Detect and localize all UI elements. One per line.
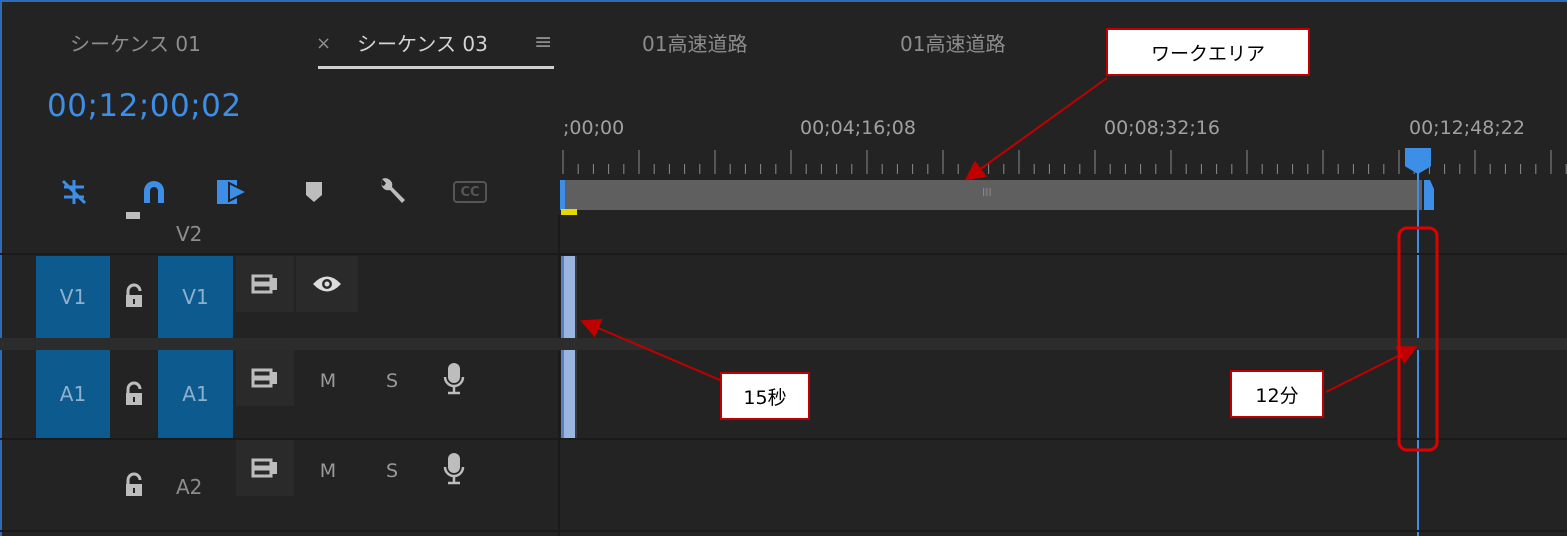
callout-workarea: ワークエリア: [1106, 28, 1310, 76]
twelve-min-arrow: [1325, 346, 1418, 393]
insert-overwrite-icon[interactable]: [214, 176, 250, 208]
header-divider: [558, 215, 560, 536]
tab-sequence-01[interactable]: シーケンス 01: [70, 28, 201, 57]
mute-button-a2[interactable]: M: [310, 456, 346, 486]
track-lock-a1[interactable]: [122, 381, 146, 411]
tab-close-icon[interactable]: ×: [316, 33, 331, 54]
track-target-a1[interactable]: A1: [158, 350, 233, 438]
lock-icon-partial[interactable]: [126, 212, 140, 219]
ruler-label: ;00;00: [563, 117, 625, 139]
track-label-a2[interactable]: A2: [176, 475, 202, 499]
callout-twelve-min: 12分: [1230, 370, 1324, 418]
work-area-end-handle[interactable]: [1424, 180, 1434, 210]
ruler-label: 00;04;16;08: [800, 117, 916, 139]
tab-expressway-2[interactable]: 01高速道路: [900, 28, 1005, 57]
callout-fifteen-sec: 15秒: [720, 372, 810, 420]
captions-label: CC: [453, 181, 487, 203]
solo-button-a1[interactable]: S: [374, 366, 410, 396]
clip-a1[interactable]: [561, 350, 577, 438]
ruler-label: 00;08;32;16: [1104, 117, 1220, 139]
playhead-line[interactable]: [1417, 170, 1419, 536]
fifteen-sec-arrow: [580, 319, 721, 381]
work-area-bar[interactable]: III: [562, 180, 1422, 210]
track-separator: [0, 253, 1567, 255]
tab-expressway-1[interactable]: 01高速道路: [642, 28, 747, 57]
solo-button-a2[interactable]: S: [374, 456, 410, 486]
panel-menu-icon[interactable]: ≡: [534, 30, 552, 55]
work-area-start-handle[interactable]: [560, 180, 565, 210]
ruler-label: 00;12;48;22: [1409, 117, 1525, 139]
track-target-v1[interactable]: V1: [158, 256, 233, 338]
voiceover-record-a1-icon[interactable]: [442, 362, 466, 400]
clip-v1[interactable]: [561, 256, 577, 338]
mute-button-a1[interactable]: M: [310, 366, 346, 396]
track-separator: [0, 530, 1567, 532]
linked-selection-icon[interactable]: [136, 176, 172, 208]
add-marker-icon[interactable]: [296, 176, 332, 208]
video-audio-divider[interactable]: [0, 338, 1567, 350]
playhead-timecode[interactable]: 00;12;00;02: [47, 88, 242, 124]
source-patch-v1[interactable]: V1: [36, 256, 110, 338]
sync-lock-a1-icon[interactable]: [236, 350, 294, 406]
source-patch-a1[interactable]: A1: [36, 350, 110, 438]
track-lock-v1[interactable]: [122, 283, 146, 313]
track-label-v2[interactable]: V2: [176, 222, 202, 246]
snap-in-timeline-icon[interactable]: [56, 176, 92, 208]
in-point-marker: [561, 209, 577, 215]
voiceover-record-a2-icon[interactable]: [442, 452, 466, 490]
tab-sequence-03[interactable]: シーケンス 03: [357, 28, 488, 57]
timeline-settings-icon[interactable]: [374, 176, 410, 208]
active-tab-indicator: [318, 66, 554, 69]
track-lock-a2[interactable]: [122, 472, 146, 502]
work-area-grip[interactable]: III: [982, 186, 992, 199]
sync-lock-a2-icon[interactable]: [236, 440, 294, 496]
sync-lock-v1-icon[interactable]: [236, 256, 294, 312]
toggle-track-output-eye-icon[interactable]: [296, 256, 358, 312]
captions-icon[interactable]: CC: [452, 176, 488, 208]
